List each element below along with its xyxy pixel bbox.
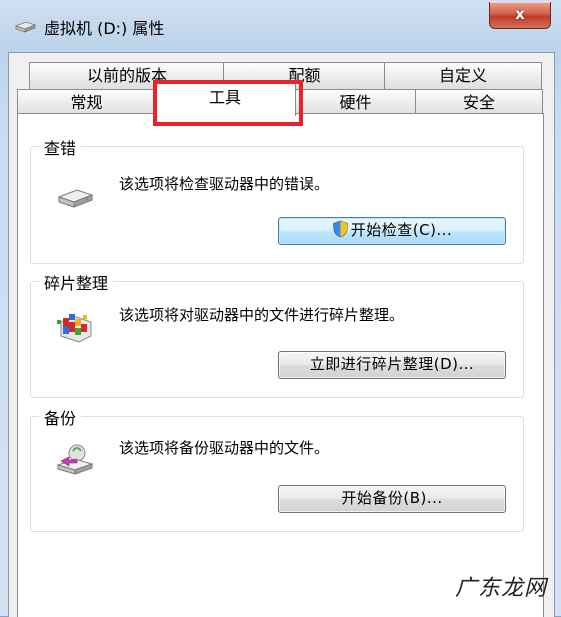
tab-label: 工具: [208, 88, 241, 107]
drive-icon: [57, 189, 94, 208]
properties-window: 虚拟机 (D:) 属性 x 以前的版本 配额 自定义 常规 工具 硬件 安全 查…: [0, 0, 561, 617]
defrag-now-button[interactable]: 立即进行碎片整理(D)...: [278, 351, 506, 379]
tab-tools[interactable]: 工具: [154, 83, 296, 116]
group-title: 备份: [39, 405, 82, 429]
watermark-text: 广东龙网: [455, 576, 548, 601]
tab-label: 硬件: [339, 93, 372, 112]
uac-shield-icon: [332, 220, 348, 238]
button-label: 开始检查(C)...: [350, 221, 453, 239]
tab-hardware[interactable]: 硬件: [294, 89, 417, 116]
group-description: 该选项将检查驱动器中的错误。: [119, 175, 330, 193]
tab-customize[interactable]: 自定义: [384, 62, 542, 89]
tab-general[interactable]: 常规: [17, 89, 156, 116]
backup-group: 备份 该选项将备份驱动器中的文件。 开始备份(B)...: [30, 405, 524, 532]
group-title: 查错: [39, 135, 82, 159]
group-description: 该选项将备份驱动器中的文件。: [119, 439, 330, 457]
tab-security[interactable]: 安全: [415, 89, 543, 116]
group-description: 该选项将对驱动器中的文件进行碎片整理。: [119, 306, 405, 324]
close-icon: x: [515, 5, 525, 23]
button-label: 开始备份(B)...: [341, 489, 443, 507]
close-button[interactable]: x: [489, 2, 551, 29]
drive-icon: [14, 21, 36, 33]
start-backup-button[interactable]: 开始备份(B)...: [278, 485, 506, 513]
tab-label: 安全: [462, 93, 495, 112]
defrag-group: 碎片整理 该选项将对驱动器中的文件进行碎片整理。 立即进行碎片整理(D)...: [30, 270, 524, 398]
start-check-button[interactable]: 开始检查(C)...: [278, 217, 506, 245]
button-label: 立即进行碎片整理(D)...: [309, 355, 475, 373]
error-check-group: 查错 该选项将检查驱动器中的错误。 开始检查(C)...: [30, 135, 524, 264]
tab-label: 自定义: [438, 66, 487, 85]
title-bar[interactable]: 虚拟机 (D:) 属性 x: [0, 0, 561, 52]
defrag-icon: [57, 314, 92, 343]
window-title: 虚拟机 (D:) 属性: [44, 19, 165, 38]
tab-label: 常规: [70, 93, 103, 112]
backup-icon: [56, 444, 94, 475]
group-title: 碎片整理: [39, 270, 114, 294]
